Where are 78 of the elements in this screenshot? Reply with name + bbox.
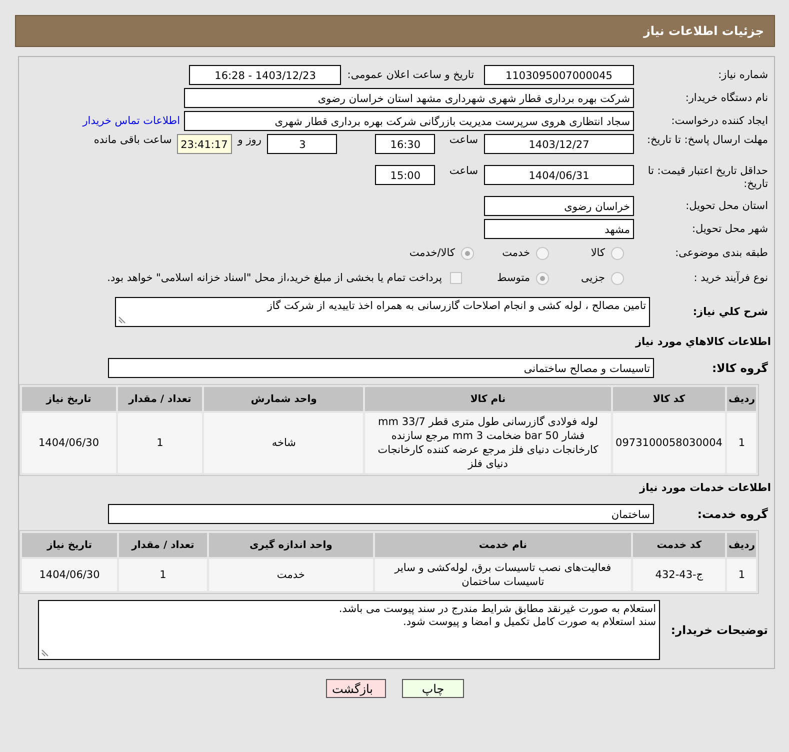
- field-label: استان محل تحویل:: [684, 200, 769, 212]
- column-header: کد خدمت: [632, 533, 726, 557]
- radio-button[interactable]: [461, 246, 474, 260]
- table-cell: 1: [118, 413, 202, 473]
- requester-field: سجاد انتظاری هروی سرپرست مدیریت بازرگانی شرکت بهره برداری قطار شهری: [184, 111, 634, 131]
- option-label: جزیی: [581, 272, 605, 284]
- column-header: تعداد / مقدار: [119, 533, 207, 557]
- field-label: ایجاد کننده درخواست:: [670, 115, 769, 127]
- field-label: تاریخ و ساعت اعلان عمومی:: [347, 69, 474, 81]
- resize-grip-icon[interactable]: [118, 316, 126, 324]
- city-field: مشهد: [484, 219, 634, 239]
- radio-button[interactable]: [611, 246, 624, 260]
- column-header: ردیف: [727, 533, 756, 557]
- notes-field: استعلام به صورت غیرنقد مطابق شرایط مندرج در سند پیوست می باشد. سند استعلام به صورت کامل تکمیل و امضا و پیوست شود.: [38, 600, 660, 660]
- column-header: تعداد / مقدار: [118, 387, 202, 411]
- column-header: ردیف: [727, 387, 756, 411]
- option-label: کالا/خدمت: [409, 247, 455, 259]
- contact-link[interactable]: اطلاعات تماس خریدار: [82, 115, 180, 127]
- remaining-time-field: 23:41:17: [176, 134, 232, 154]
- table-cell: ج-43-432: [632, 559, 726, 591]
- field-label: نام دستگاه خریدار:: [684, 92, 769, 104]
- field-label: طبقه بندی موضوعی:: [674, 247, 769, 259]
- table-cell: 1404/06/30: [22, 559, 118, 591]
- buyer-name-field: شرکت بهره برداری قطار شهری شهرداری مشهد استان خراسان رضوی: [184, 88, 634, 108]
- radio-button[interactable]: [536, 272, 549, 284]
- checkbox[interactable]: [450, 272, 462, 284]
- deadline-date-field: 1403/12/27: [484, 134, 634, 154]
- section-title: اطلاعات خدمات مورد نیاز: [640, 482, 771, 494]
- column-header: تاریخ نیاز: [22, 387, 116, 411]
- column-header: واحد اندازه گیری: [208, 533, 373, 557]
- announce-date-field: 1403/12/23 - 16:28: [189, 65, 342, 85]
- column-header: تاریخ نیاز: [22, 533, 118, 557]
- field-label: روز و: [238, 134, 262, 146]
- field-label: ساعت: [449, 134, 478, 146]
- column-header: نام خدمت: [374, 533, 631, 557]
- validity-time-field: 15:00: [375, 165, 436, 185]
- description-field: تامین مصالح ، لوله کشی و انجام اصلاحات گازرسانی به همراه اخذ تاییدیه از شرکت گاز: [115, 297, 650, 327]
- section-title: اطلاعات کالاهاي مورد نیاز: [635, 336, 771, 348]
- deadline-time-field: 16:30: [375, 134, 436, 154]
- page-title-bar: جزئیات اطلاعات نیاز: [15, 15, 775, 47]
- table-cell: 1: [727, 559, 756, 591]
- field-label: نوع فرآیند خرید :: [692, 272, 769, 284]
- field-label: ساعت باقی مانده: [94, 134, 172, 146]
- group-field: تاسیسات و مصالح ساختمانی: [108, 358, 654, 378]
- column-header: نام کالا: [365, 387, 611, 411]
- option-label: متوسط: [497, 272, 530, 284]
- column-header: کد کالا: [612, 387, 726, 411]
- validity-date-field: 1404/06/31: [484, 165, 634, 185]
- table-cell: 1: [727, 413, 756, 473]
- table-cell: شاخه: [204, 413, 364, 473]
- table-cell: خدمت: [208, 559, 373, 591]
- radio-button[interactable]: [536, 246, 549, 260]
- field-label: شرح کلي نیاز:: [692, 306, 769, 318]
- field-label: ساعت: [449, 165, 478, 177]
- group-field: ساختمان: [108, 504, 654, 524]
- back-button[interactable]: بازگشت: [326, 679, 386, 698]
- column-header: واحد شمارش: [204, 387, 364, 411]
- field-label: شهر محل تحویل:: [691, 223, 769, 235]
- field-label: شماره نیاز:: [717, 69, 769, 81]
- need-number-field: 1103095007000045: [484, 65, 634, 85]
- table-cell: لوله فولادی گازرسانی طول متری قطر 33/7 mm فشار 50 bar ضخامت 3 mm مرجع سازنده کارخانجات دنیای فلز مرجع عرضه کننده کارخانجات دنیای فلز: [365, 413, 611, 473]
- payment-note: پرداخت تمام یا بخشی از مبلغ خرید،از محل "اسناد خزانه اسلامی" خواهد بود.: [107, 272, 442, 284]
- province-field: خراسان رضوی: [484, 196, 634, 216]
- table-cell: 1: [119, 559, 207, 591]
- field-label: گروه کالا:: [711, 361, 769, 375]
- option-label: خدمت: [502, 247, 530, 259]
- days-field: 3: [267, 134, 338, 154]
- field-label: گروه خدمت:: [696, 507, 769, 521]
- option-label: کالا: [590, 247, 605, 259]
- field-label: حداقل تاریخ اعتبار قیمت: تا تاریخ:: [647, 165, 769, 191]
- table-cell: 1404/06/30: [22, 413, 116, 473]
- field-label: مهلت ارسال پاسخ: تا تاریخ:: [647, 134, 769, 147]
- table-cell: 0973100058030004: [612, 413, 726, 473]
- field-label: توضیحات خریدار:: [670, 623, 769, 637]
- resize-grip-icon[interactable]: [41, 649, 49, 657]
- table-cell: فعالیت‌های نصب تاسیسات برق، لوله‌کشی و سایر تاسیسات ساختمان: [374, 559, 631, 591]
- radio-button[interactable]: [611, 272, 624, 284]
- print-button[interactable]: چاپ: [402, 679, 464, 698]
